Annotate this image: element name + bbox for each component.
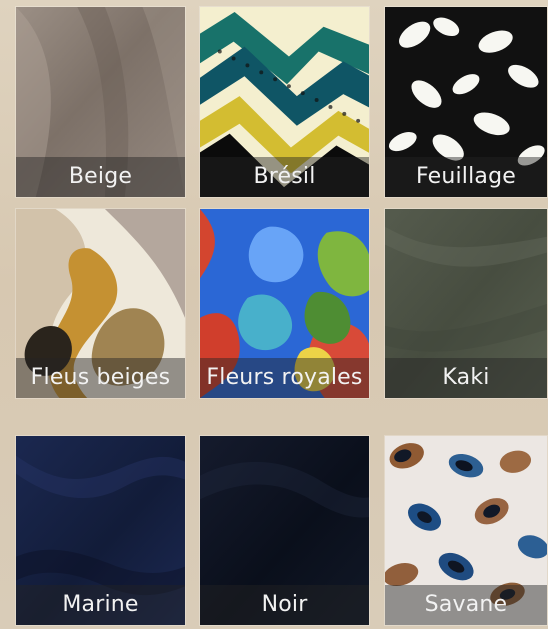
swatch-feuillage[interactable]: Feuillage (384, 6, 548, 198)
swatch-bresil[interactable]: Brésil (199, 6, 370, 198)
swatch-label: Savane (424, 592, 508, 617)
swatch-beige[interactable]: Beige (15, 6, 186, 198)
swatch-fleurs-royales[interactable]: Fleurs royales (199, 208, 370, 399)
swatch-label: Marine (62, 592, 139, 617)
swatch-label: Fleurs royales (206, 365, 363, 390)
fabric-swatch-grid: Beige Brésil Feuillage Fleus beiges Fleu… (0, 0, 548, 629)
swatch-label: Brésil (253, 164, 316, 189)
swatch-label: Fleus beiges (30, 365, 171, 390)
swatch-label: Noir (261, 592, 308, 617)
swatch-savane[interactable]: Savane (384, 435, 548, 626)
swatch-label: Feuillage (415, 164, 517, 189)
swatch-kaki[interactable]: Kaki (384, 208, 548, 399)
swatch-fleus-beiges[interactable]: Fleus beiges (15, 208, 186, 399)
swatch-label: Kaki (442, 365, 490, 390)
swatch-marine[interactable]: Marine (15, 435, 186, 626)
swatch-label: Beige (68, 164, 133, 189)
swatch-noir[interactable]: Noir (199, 435, 370, 626)
